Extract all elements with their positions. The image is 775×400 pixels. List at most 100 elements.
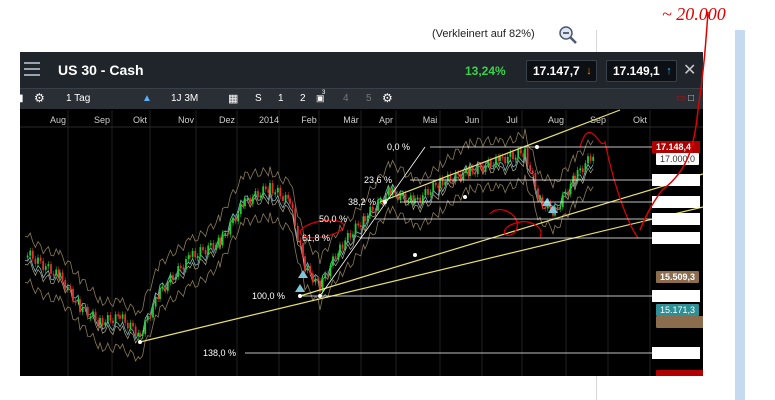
candle-body: [191, 250, 194, 257]
candle-body: [569, 183, 572, 195]
candle-body: [482, 165, 484, 172]
candle-body: [441, 178, 444, 186]
candle-body: [172, 275, 174, 280]
candle-body: [291, 203, 294, 209]
candle-body: [42, 260, 45, 270]
candle-body: [64, 280, 67, 290]
candle-body: [242, 203, 245, 207]
candle-body: [484, 164, 487, 172]
candle-body: [284, 194, 287, 201]
candle-body: [119, 315, 121, 319]
candle-body: [364, 216, 366, 222]
candle-body: [84, 307, 87, 310]
candle-body: [454, 172, 457, 182]
candle-body: [50, 264, 52, 274]
fib-price-label: 15.304,7: [656, 291, 691, 301]
candle-body: [92, 311, 94, 317]
candle-body: [137, 332, 140, 336]
candle-body: [234, 217, 237, 222]
zoom-out-icon[interactable]: [558, 25, 578, 45]
candle-body: [221, 233, 224, 246]
candle-body: [354, 223, 357, 235]
candle-body: [267, 189, 270, 193]
candle-body: [269, 183, 271, 193]
candle-body: [332, 256, 334, 266]
candle-body: [377, 200, 379, 211]
candle-body: [157, 296, 160, 300]
candle-body: [296, 225, 299, 241]
candle-body: [202, 247, 204, 251]
candle-body: [337, 253, 340, 259]
signal-triangle: [295, 284, 305, 292]
candle-body: [366, 215, 369, 222]
candle-body: [237, 214, 240, 222]
candle-body: [134, 326, 137, 336]
fib-price-label: 16.727,7: [656, 175, 691, 185]
candle-body: [389, 189, 391, 196]
candle-body: [317, 278, 319, 281]
candle-body: [161, 286, 164, 289]
candle-body: [101, 318, 104, 326]
month-label: Mai: [423, 115, 438, 125]
candle-body: [434, 182, 437, 186]
candle-body: [77, 299, 80, 302]
candle-body: [326, 274, 329, 277]
fib-price-label: 16.236,0: [656, 214, 691, 224]
candle-body: [182, 267, 185, 270]
candle-body: [124, 314, 127, 323]
candle-body: [567, 191, 569, 195]
candle-body: [329, 265, 332, 277]
axis-tag-teal-2: [656, 316, 703, 328]
candle-body: [522, 153, 525, 158]
candle-body: [274, 192, 277, 195]
candle-body: [159, 288, 161, 300]
candle-body: [444, 181, 447, 186]
candle-body: [306, 265, 309, 271]
candle-body: [344, 240, 347, 249]
candle-body: [289, 198, 291, 204]
price-chart[interactable]: Aug Sep Okt Nov Dez 2014 Feb Mär Apr Mai Jun Jul Aug…: [20, 52, 703, 376]
month-label: Jul: [506, 115, 518, 125]
candle-body: [249, 198, 252, 204]
candle-body: [504, 156, 507, 164]
candle-body: [262, 186, 265, 196]
candle-body: [166, 282, 169, 291]
candle-body: [194, 250, 197, 258]
candle-body: [474, 172, 477, 175]
candle-body: [506, 156, 509, 164]
candle-body: [346, 232, 349, 241]
candle-body: [287, 194, 290, 199]
candle-body: [114, 314, 117, 324]
candle-body: [47, 264, 50, 267]
candle-body: [81, 307, 84, 312]
candle-body: [72, 288, 74, 301]
candle-body: [86, 307, 89, 317]
month-label: Mär: [343, 115, 359, 125]
axis-tag-brown: 15.509,3: [656, 271, 700, 283]
candle-body: [89, 316, 92, 319]
candle-body: [429, 192, 432, 195]
candle-body: [79, 299, 81, 312]
candle-body: [334, 256, 337, 259]
candle-body: [99, 318, 101, 325]
candle-body: [341, 244, 344, 249]
candle-body: [185, 259, 187, 270]
candle-body: [584, 163, 587, 173]
candle-body: [339, 244, 341, 254]
fib-price-label: 16.455,8: [656, 197, 691, 207]
month-label: Sep: [94, 115, 110, 125]
candle-body: [387, 189, 390, 196]
candle-body: [94, 311, 97, 321]
sidebar-scrollbar[interactable]: [735, 30, 745, 400]
candle-body: [31, 250, 34, 259]
candle-body: [106, 315, 109, 323]
candle-body: [529, 164, 532, 171]
anchor-point: [138, 340, 142, 344]
fib-pct-label: 138,0 %: [203, 348, 236, 358]
candle-body: [512, 152, 514, 160]
candle-body: [209, 243, 212, 246]
candle-body: [359, 225, 362, 228]
month-label: Apr: [379, 115, 393, 125]
candle-body: [362, 216, 365, 227]
candle-body: [74, 300, 77, 303]
